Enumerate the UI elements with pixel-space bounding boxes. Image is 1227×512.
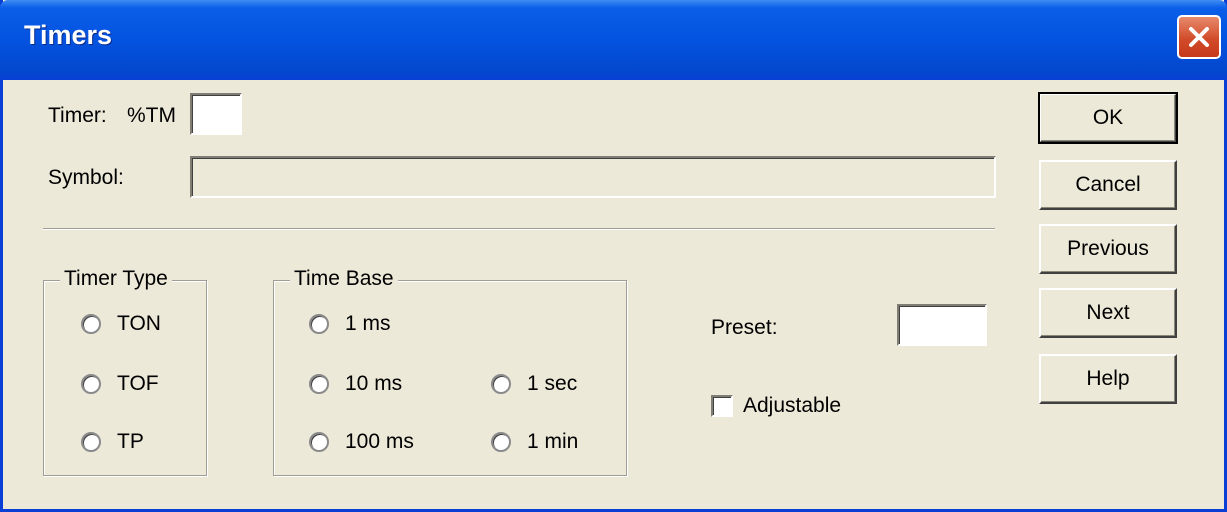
radio-100ms-label: 100 ms — [345, 430, 414, 453]
radio-1sec[interactable]: 1 sec — [491, 372, 577, 396]
timer-type-legend: Timer Type — [60, 267, 172, 291]
adjustable-checkbox[interactable]: Adjustable — [711, 394, 841, 418]
radio-1min-label: 1 min — [527, 430, 579, 453]
cancel-button[interactable]: Cancel — [1039, 160, 1177, 210]
radio-tof[interactable]: TOF — [81, 372, 159, 396]
radio-100ms[interactable]: 100 ms — [309, 430, 414, 454]
preset-label: Preset: — [711, 316, 778, 339]
previous-button[interactable]: Previous — [1039, 224, 1177, 274]
timer-number-input[interactable] — [190, 93, 242, 135]
adjustable-label: Adjustable — [743, 394, 842, 417]
symbol-label: Symbol: — [48, 166, 124, 189]
title-bar[interactable]: Timers — [0, 0, 1227, 80]
radio-circle-icon — [491, 374, 511, 394]
time-base-legend: Time Base — [290, 267, 398, 291]
window-title: Timers — [24, 20, 113, 50]
radio-ton-label: TON — [117, 312, 161, 335]
radio-circle-icon — [81, 314, 101, 334]
radio-1ms[interactable]: 1 ms — [309, 312, 391, 336]
radio-1sec-label: 1 sec — [527, 372, 578, 395]
timer-prefix: %TM — [127, 104, 176, 127]
radio-tof-label: TOF — [117, 372, 159, 395]
timer-label: Timer: — [48, 104, 107, 127]
radio-circle-icon — [309, 374, 329, 394]
separator — [43, 228, 995, 230]
symbol-field — [190, 156, 996, 198]
radio-10ms[interactable]: 10 ms — [309, 372, 402, 396]
radio-10ms-label: 10 ms — [345, 372, 403, 395]
ok-button[interactable]: OK — [1038, 92, 1178, 144]
radio-1min[interactable]: 1 min — [491, 430, 578, 454]
radio-tp-label: TP — [117, 430, 144, 453]
preset-input[interactable] — [897, 304, 987, 346]
radio-1ms-label: 1 ms — [345, 312, 391, 335]
radio-tp[interactable]: TP — [81, 430, 144, 454]
radio-circle-icon — [491, 432, 511, 452]
radio-circle-icon — [81, 374, 101, 394]
radio-circle-icon — [81, 432, 101, 452]
close-button[interactable] — [1177, 15, 1221, 59]
radio-circle-icon — [309, 314, 329, 334]
radio-ton[interactable]: TON — [81, 312, 161, 336]
next-button[interactable]: Next — [1039, 288, 1177, 338]
help-button[interactable]: Help — [1039, 354, 1177, 404]
close-icon — [1189, 27, 1209, 47]
timers-dialog: Timers Timer: %TM Symbol: Timer Type TON… — [0, 0, 1227, 512]
radio-circle-icon — [309, 432, 329, 452]
checkbox-icon — [711, 395, 733, 417]
